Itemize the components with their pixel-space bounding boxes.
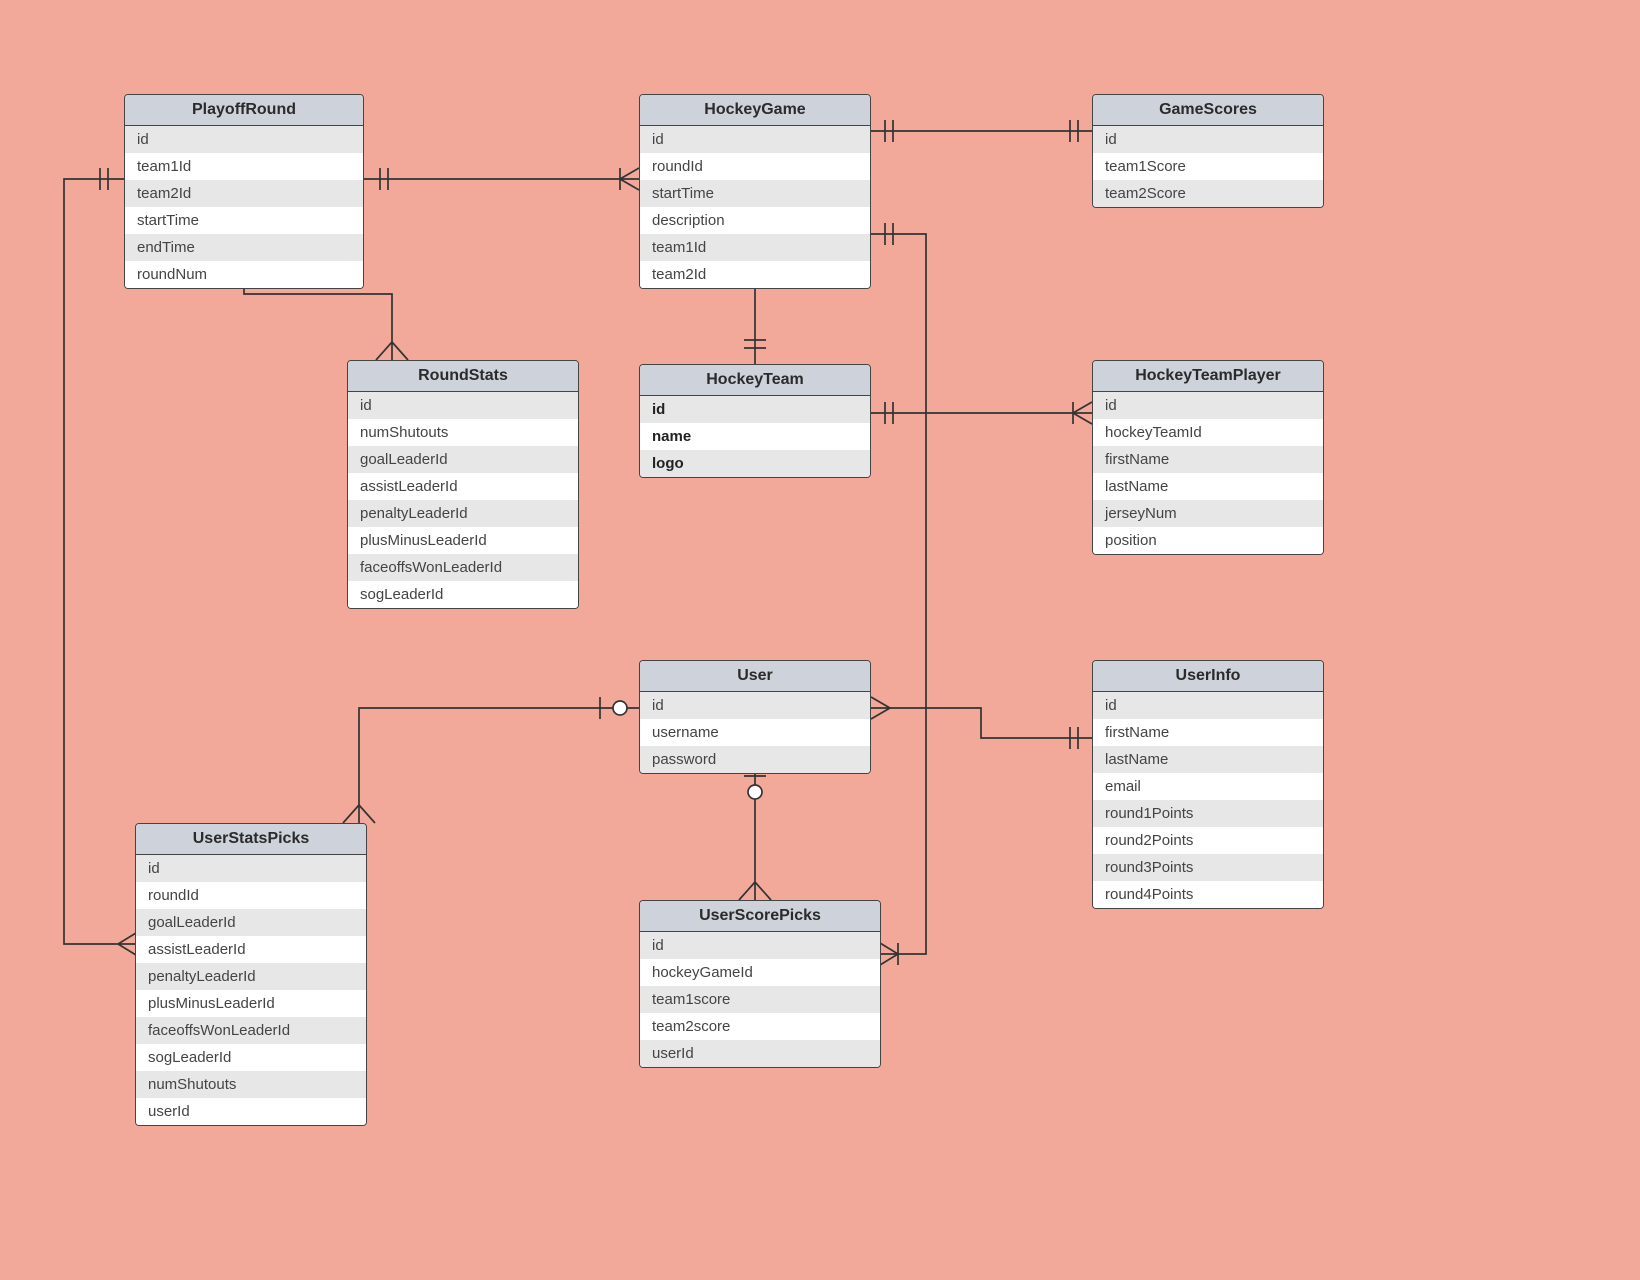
entity-field: faceoffsWonLeaderId [348,554,578,581]
entity-field: startTime [125,207,363,234]
entity-playoff-round: PlayoffRound idteam1Idteam2IdstartTimeen… [124,94,364,289]
entity-field: startTime [640,180,870,207]
entity-field: team1Id [125,153,363,180]
entity-fields-round-stats: idnumShutoutsgoalLeaderIdassistLeaderIdp… [348,392,578,608]
entity-field: roundId [640,153,870,180]
entity-field: jerseyNum [1093,500,1323,527]
entity-field: round3Points [1093,854,1323,881]
entity-field: lastName [1093,473,1323,500]
entity-field: numShutouts [136,1071,366,1098]
entity-field: firstName [1093,446,1323,473]
entity-field: round2Points [1093,827,1323,854]
entity-title: User [640,661,870,692]
entity-field: firstName [1093,719,1323,746]
entity-title: HockeyTeamPlayer [1093,361,1323,392]
entity-field: team2Score [1093,180,1323,207]
entity-fields-game-scores: idteam1Scoreteam2Score [1093,126,1323,207]
entity-fields-playoff-round: idteam1Idteam2IdstartTimeendTimeroundNum [125,126,363,288]
entity-field: team2Id [125,180,363,207]
entity-field: round4Points [1093,881,1323,908]
entity-field: plusMinusLeaderId [348,527,578,554]
entity-field: team2score [640,1013,880,1040]
entity-field: penaltyLeaderId [136,963,366,990]
entity-field: assistLeaderId [348,473,578,500]
entity-field: sogLeaderId [348,581,578,608]
entity-field: position [1093,527,1323,554]
entity-fields-hockey-game: idroundIdstartTimedescriptionteam1Idteam… [640,126,870,288]
entity-title: HockeyTeam [640,365,870,396]
entity-field: goalLeaderId [136,909,366,936]
entity-fields-hockey-team: idnamelogo [640,396,870,477]
entity-field: team1score [640,986,880,1013]
entity-user: User idusernamepassword [639,660,871,774]
entity-hockey-team: HockeyTeam idnamelogo [639,364,871,478]
entity-game-scores: GameScores idteam1Scoreteam2Score [1092,94,1324,208]
entity-field: name [640,423,870,450]
entity-title: HockeyGame [640,95,870,126]
entity-field: faceoffsWonLeaderId [136,1017,366,1044]
entity-user-stats-picks: UserStatsPicks idroundIdgoalLeaderIdassi… [135,823,367,1126]
entity-field: id [1093,126,1323,153]
entity-hockey-team-player: HockeyTeamPlayer idhockeyTeamIdfirstName… [1092,360,1324,555]
entity-field: round1Points [1093,800,1323,827]
entity-field: userId [640,1040,880,1067]
entity-field: roundNum [125,261,363,288]
entity-title: GameScores [1093,95,1323,126]
entity-field: team1Score [1093,153,1323,180]
entity-field: password [640,746,870,773]
entity-field: userId [136,1098,366,1125]
entity-field: id [1093,392,1323,419]
entity-user-score-picks: UserScorePicks idhockeyGameIdteam1scoret… [639,900,881,1068]
entity-field: assistLeaderId [136,936,366,963]
entity-field: lastName [1093,746,1323,773]
entity-field: numShutouts [348,419,578,446]
entity-field: id [640,396,870,423]
entity-fields-hockey-team-player: idhockeyTeamIdfirstNamelastNamejerseyNum… [1093,392,1323,554]
entity-field: team2Id [640,261,870,288]
entity-fields-user-info: idfirstNamelastNameemailround1Pointsroun… [1093,692,1323,908]
entity-field: id [136,855,366,882]
entity-fields-user: idusernamepassword [640,692,870,773]
entity-field: id [640,932,880,959]
entity-field: id [640,692,870,719]
entity-user-info: UserInfo idfirstNamelastNameemailround1P… [1092,660,1324,909]
entity-fields-user-stats-picks: idroundIdgoalLeaderIdassistLeaderIdpenal… [136,855,366,1125]
entity-field: penaltyLeaderId [348,500,578,527]
entity-field: goalLeaderId [348,446,578,473]
entity-field: logo [640,450,870,477]
entity-title: UserInfo [1093,661,1323,692]
entity-hockey-game: HockeyGame idroundIdstartTimedescription… [639,94,871,289]
entity-field: endTime [125,234,363,261]
entity-field: hockeyGameId [640,959,880,986]
entity-field: username [640,719,870,746]
entity-field: roundId [136,882,366,909]
entity-field: hockeyTeamId [1093,419,1323,446]
entity-field: team1Id [640,234,870,261]
entity-title: UserScorePicks [640,901,880,932]
entity-field: id [348,392,578,419]
entity-title: PlayoffRound [125,95,363,126]
entity-title: UserStatsPicks [136,824,366,855]
entity-field: id [640,126,870,153]
entity-field: plusMinusLeaderId [136,990,366,1017]
entity-field: sogLeaderId [136,1044,366,1071]
entity-round-stats: RoundStats idnumShutoutsgoalLeaderIdassi… [347,360,579,609]
entity-field: email [1093,773,1323,800]
entity-field: id [125,126,363,153]
entity-title: RoundStats [348,361,578,392]
entity-field: id [1093,692,1323,719]
entity-field: description [640,207,870,234]
entity-fields-user-score-picks: idhockeyGameIdteam1scoreteam2scoreuserId [640,932,880,1067]
